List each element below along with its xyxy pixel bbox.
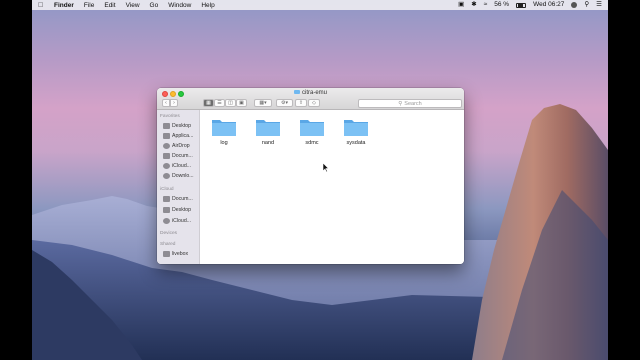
folder-icon xyxy=(300,120,324,136)
search-icon: ⚲ xyxy=(398,100,403,107)
wifi-icon[interactable]: ≈ xyxy=(484,0,488,10)
sidebar-item-icloud-desktop[interactable]: Desktop xyxy=(163,205,191,214)
mouse-cursor-icon xyxy=(323,163,329,172)
folder-content: log nand sdmc sysdata xyxy=(200,110,464,264)
folder-label: log xyxy=(220,140,228,146)
folder-label: nand xyxy=(261,140,275,146)
desktop-icon xyxy=(163,122,170,129)
sidebar-header-devices: Devices xyxy=(160,231,178,236)
applications-icon xyxy=(163,132,170,139)
action-button[interactable]: ⚙▾ xyxy=(276,99,293,107)
bluetooth-icon[interactable]: ✱ xyxy=(471,0,476,10)
menu-window[interactable]: Window xyxy=(168,2,191,9)
search-field[interactable]: ⚲ Search xyxy=(358,99,462,108)
sidebar-item-label: AirDrop xyxy=(172,142,190,149)
arrange-grid-icon: ▦▾ xyxy=(259,100,267,106)
chevron-left-icon: ‹ xyxy=(165,100,167,106)
sidebar-item-applications[interactable]: Applica... xyxy=(163,131,193,140)
view-columns-button[interactable]: ◫ xyxy=(225,99,236,107)
view-icons-button[interactable]: ▦ xyxy=(203,99,214,107)
search-placeholder: Search xyxy=(404,100,422,107)
apple-menu-icon[interactable]:  xyxy=(38,2,48,9)
menu-view[interactable]: View xyxy=(126,2,140,9)
airdrop-icon xyxy=(163,142,170,149)
sidebar-item-label: Downlo... xyxy=(172,172,194,179)
folder-icon xyxy=(256,120,280,136)
window-title-text: citra-emu xyxy=(301,90,327,96)
sidebar-item-icloud-drive[interactable]: iCloud... xyxy=(163,161,191,170)
menu-bar:  Finder File Edit View Go Window Help ▣… xyxy=(32,0,608,10)
folder-item-nand[interactable]: nand xyxy=(254,116,282,146)
battery-icon[interactable] xyxy=(516,2,527,8)
sidebar-item-documents[interactable]: Docum... xyxy=(163,151,193,160)
sidebar: Favorites Desktop Applica... AirDrop Doc… xyxy=(157,110,200,264)
folder-label: sdmc xyxy=(305,140,319,146)
sidebar-item-label: Desktop xyxy=(172,122,192,129)
sidebar-item-label: iCloud... xyxy=(172,162,192,169)
arrange-button[interactable]: ▦▾ xyxy=(254,99,272,107)
sidebar-header-icloud: iCloud xyxy=(160,187,174,192)
title-bar[interactable]: citra-emu ‹ › ▦ ☰ ◫ ▣ ▦▾ ⚙▾ ⇧ ◇ ⚲ Search xyxy=(157,88,464,110)
sidebar-header-shared: Shared xyxy=(160,242,176,247)
spotlight-icon[interactable]: ⚲ xyxy=(584,0,589,10)
notification-center-icon[interactable]: ☰ xyxy=(596,0,602,10)
sidebar-item-label: Docum... xyxy=(172,195,193,202)
sidebar-header-favorites: Favorites xyxy=(160,114,180,119)
sidebar-item-label: Applica... xyxy=(172,132,194,139)
sidebar-item-label: Desktop xyxy=(172,206,192,213)
menu-go[interactable]: Go xyxy=(150,2,159,9)
documents-icon xyxy=(163,152,170,159)
window-title: citra-emu xyxy=(157,89,464,98)
sidebar-item-label: Docum... xyxy=(172,152,193,159)
server-icon xyxy=(163,250,170,257)
menu-help[interactable]: Help xyxy=(201,2,214,9)
tags-button[interactable]: ◇ xyxy=(308,99,320,107)
sidebar-item-label: livebox xyxy=(172,250,189,257)
view-coverflow-button[interactable]: ▣ xyxy=(236,99,247,107)
folder-icon xyxy=(293,90,300,95)
battery-percent[interactable]: 56 % xyxy=(494,0,509,10)
menu-edit[interactable]: Edit xyxy=(104,2,115,9)
clock[interactable]: Wed 06:27 xyxy=(533,0,564,10)
folder-item-log[interactable]: log xyxy=(210,116,238,146)
sidebar-item-icloud-documents[interactable]: Docum... xyxy=(163,194,193,203)
menu-file[interactable]: File xyxy=(84,2,94,9)
status-area: ▣ ✱ ≈ 56 % Wed 06:27 ⚲ ☰ xyxy=(458,0,602,10)
sidebar-item-desktop[interactable]: Desktop xyxy=(163,121,191,130)
folder-icon xyxy=(344,120,368,136)
finder-window: citra-emu ‹ › ▦ ☰ ◫ ▣ ▦▾ ⚙▾ ⇧ ◇ ⚲ Search… xyxy=(157,88,464,264)
folder-item-sdmc[interactable]: sdmc xyxy=(298,116,326,146)
sidebar-item-icloud-drive-2[interactable]: iCloud... xyxy=(163,216,191,225)
grid-icon: ▦ xyxy=(206,100,211,106)
icloud-icon xyxy=(163,217,170,224)
view-list-button[interactable]: ☰ xyxy=(214,99,225,107)
coverflow-icon: ▣ xyxy=(239,100,244,106)
folder-item-sysdata[interactable]: sysdata xyxy=(342,116,370,146)
columns-icon: ◫ xyxy=(228,100,233,106)
menu-app-finder[interactable]: Finder xyxy=(54,2,74,9)
sidebar-item-airdrop[interactable]: AirDrop xyxy=(163,141,190,150)
sidebar-item-livebox[interactable]: livebox xyxy=(163,249,188,258)
tag-icon: ◇ xyxy=(312,100,316,106)
gear-icon: ⚙▾ xyxy=(281,100,288,106)
list-icon: ☰ xyxy=(217,100,222,106)
sidebar-item-label: iCloud... xyxy=(172,217,192,224)
back-button[interactable]: ‹ xyxy=(162,99,170,107)
downloads-icon xyxy=(163,172,170,179)
share-button[interactable]: ⇧ xyxy=(295,99,307,107)
folder-icon xyxy=(212,120,236,136)
share-icon: ⇧ xyxy=(298,100,304,106)
chevron-right-icon: › xyxy=(173,100,175,106)
desktop-icon xyxy=(163,206,170,213)
airplay-icon[interactable]: ▣ xyxy=(458,0,464,10)
documents-icon xyxy=(163,195,170,202)
icloud-icon xyxy=(163,162,170,169)
sidebar-item-downloads[interactable]: Downlo... xyxy=(163,171,194,180)
folder-label: sysdata xyxy=(346,140,366,146)
forward-button[interactable]: › xyxy=(170,99,178,107)
user-icon[interactable] xyxy=(571,2,578,8)
